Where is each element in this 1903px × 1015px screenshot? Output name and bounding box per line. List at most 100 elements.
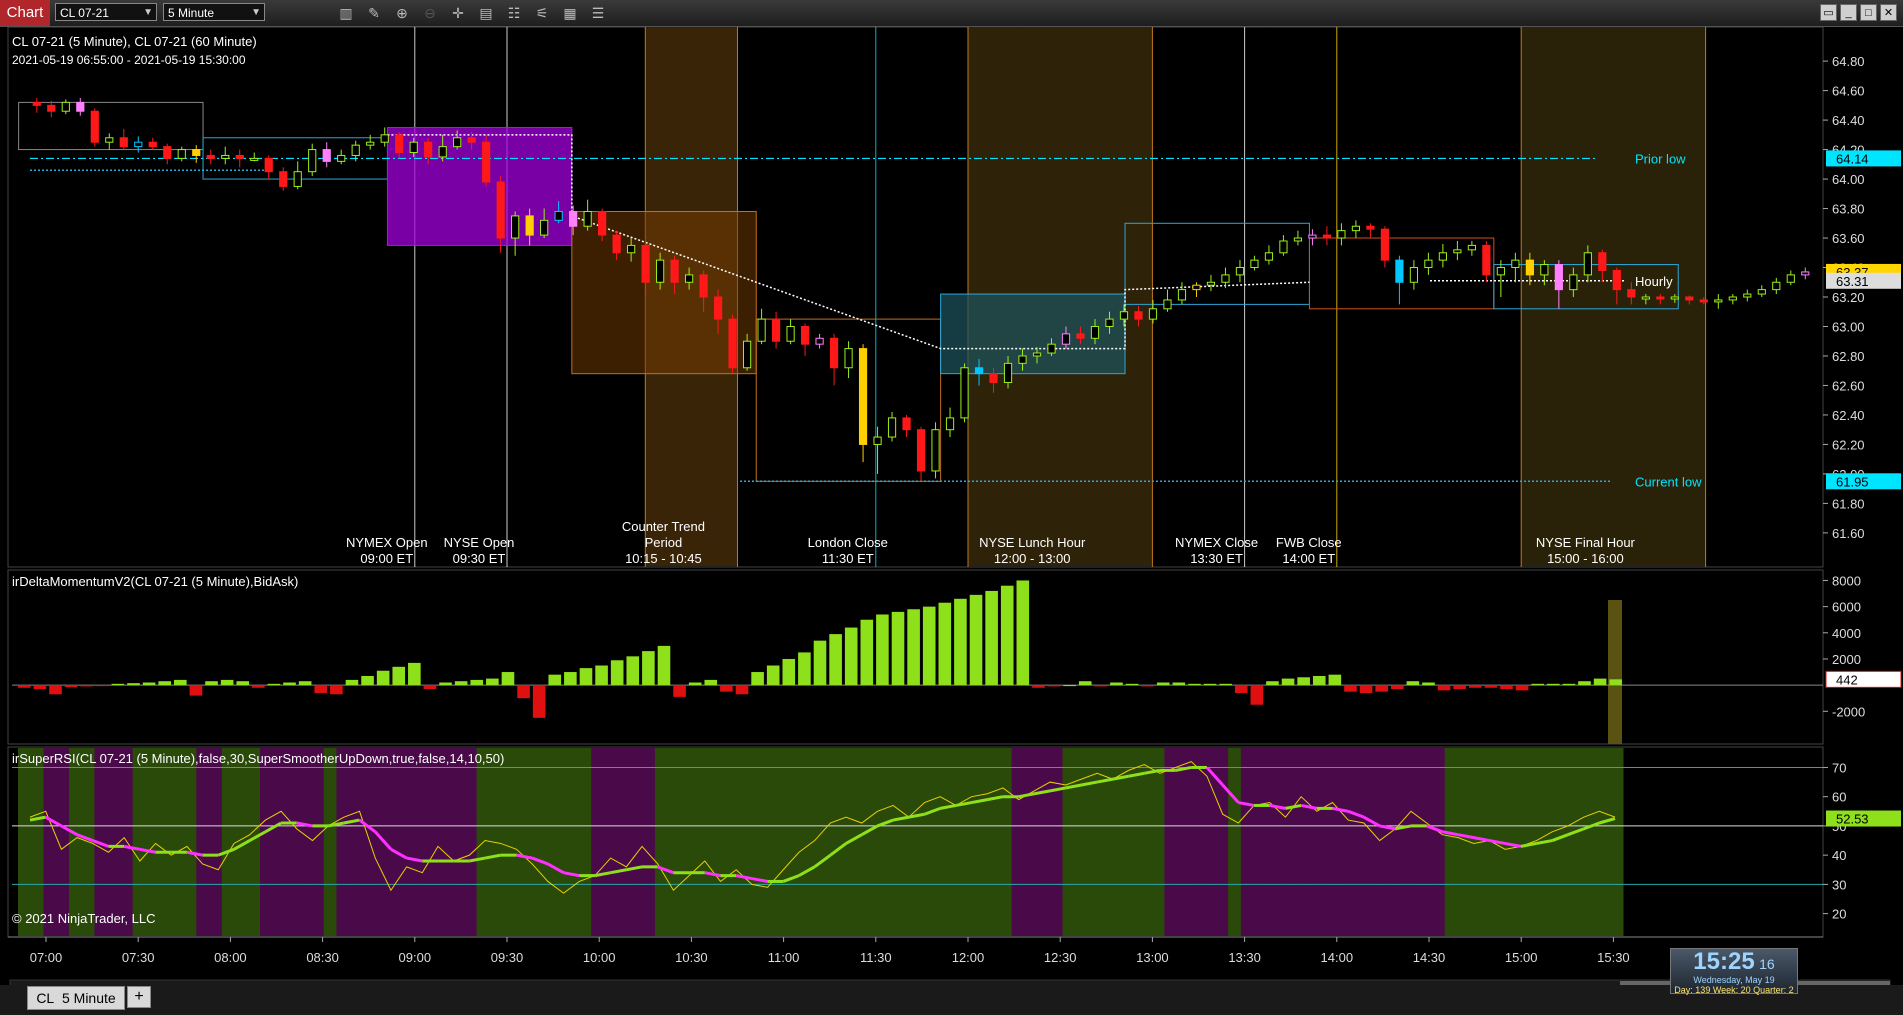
draw-tool-icon[interactable]: ✎ <box>363 3 385 23</box>
candle-body <box>409 141 418 154</box>
rsi-band <box>909 748 923 936</box>
chart-window-tab[interactable]: Chart <box>0 0 50 26</box>
menu-icon[interactable]: ☰ <box>587 3 609 23</box>
maximize-icon[interactable]: □ <box>1860 4 1877 21</box>
delta-bar <box>49 685 62 695</box>
delta-bar <box>1203 683 1217 686</box>
delta-bar <box>891 611 905 686</box>
strategies-icon[interactable]: ▦ <box>559 3 581 23</box>
delta-bar <box>1281 678 1295 686</box>
time-tick-label: 14:30 <box>1413 950 1446 965</box>
delta-bar <box>1063 685 1076 687</box>
data-box-icon[interactable]: ▤ <box>475 3 497 23</box>
candle-body <box>322 149 331 162</box>
rsi-band <box>323 748 337 936</box>
delta-bar <box>18 685 31 688</box>
candle-body <box>989 373 998 384</box>
candle-body <box>583 210 592 227</box>
crosshair-icon[interactable]: ✛ <box>447 3 469 23</box>
candle-body <box>177 149 186 159</box>
delta-bar <box>704 679 718 686</box>
rsi-band <box>1380 748 1395 936</box>
candle-body <box>235 154 244 159</box>
rsi-band <box>680 748 694 936</box>
indicators-icon[interactable]: ⚟ <box>531 3 553 23</box>
candle-body <box>612 234 621 254</box>
candle-body <box>1743 293 1752 298</box>
delta-bar <box>688 682 702 686</box>
time-tick-label: 08:30 <box>306 950 339 965</box>
delta-bar <box>1047 685 1061 687</box>
rsi-band <box>298 748 312 936</box>
rsi-band <box>209 748 223 936</box>
candle-body <box>786 325 795 342</box>
delta-bar <box>361 675 374 686</box>
rsi-band <box>1253 748 1267 936</box>
candle-body <box>728 318 737 369</box>
candle-body <box>1090 325 1100 339</box>
delta-bar <box>1390 685 1404 690</box>
copyright-label: © 2021 NinjaTrader, LLC <box>12 911 156 926</box>
candle-body <box>105 137 114 143</box>
delta-bar <box>1078 681 1092 686</box>
candle-body <box>525 215 534 236</box>
minimize-icon[interactable]: _ <box>1840 4 1857 21</box>
restore-icon[interactable]: ▭ <box>1820 4 1837 21</box>
rsi-band <box>744 748 758 936</box>
rsi-band <box>947 748 962 936</box>
rsi-band <box>145 748 159 936</box>
delta-bar <box>423 685 437 690</box>
price-tick-label: 63.20 <box>1832 290 1865 305</box>
delta-bar <box>470 679 484 686</box>
candle-body <box>873 436 882 445</box>
candle-body <box>1641 296 1650 300</box>
add-tab-button[interactable]: + <box>127 986 151 1008</box>
delta-bar <box>938 602 952 686</box>
time-tick-label: 14:00 <box>1321 950 1354 965</box>
delta-bar <box>564 672 577 686</box>
rsi-band <box>1291 748 1306 936</box>
candle-body <box>960 367 969 419</box>
delta-bar <box>174 679 187 686</box>
zoom-out-icon[interactable]: ⊖ <box>419 3 441 23</box>
candle-body <box>206 154 215 159</box>
rsi-band <box>1151 748 1165 936</box>
delta-bar <box>751 672 764 686</box>
candle-body <box>1728 296 1737 301</box>
delta-bar <box>1609 679 1622 686</box>
series-label: CL 07-21 (5 Minute), CL 07-21 (60 Minute… <box>12 34 257 49</box>
rsi-band <box>973 748 987 936</box>
delta-tick-label: 2000 <box>1832 652 1861 667</box>
interval-selector[interactable]: 5 Minute ▼ <box>163 3 265 21</box>
rsi-band <box>527 748 541 936</box>
delta-bar <box>1328 674 1342 686</box>
delta-bar <box>1531 683 1544 686</box>
tab-cl-5-minute[interactable]: CL 5 Minute <box>27 986 125 1010</box>
instrument-selector[interactable]: CL 07-21 ▼ <box>55 3 157 21</box>
zoom-in-icon[interactable]: ⊕ <box>391 3 413 23</box>
rsi-band <box>1037 748 1051 936</box>
rsi-band <box>795 748 809 936</box>
price-marker-label: 64.14 <box>1836 151 1869 166</box>
chart-canvas[interactable]: NYMEX Open09:00 ET NYSE Open09:30 ET Count… <box>0 27 1903 985</box>
bar-type-icon[interactable]: ▥ <box>335 3 357 23</box>
session-label: NYSE Final Hour <box>1536 535 1636 550</box>
delta-bar <box>142 682 156 686</box>
candle-body <box>742 340 752 369</box>
delta-bar <box>283 682 296 686</box>
delta-bar <box>922 606 936 686</box>
candle-body <box>1525 259 1534 276</box>
price-tick-label: 63.80 <box>1832 202 1865 217</box>
rsi-band <box>1431 748 1446 936</box>
rsi-band <box>1406 748 1420 936</box>
rsi-band <box>756 748 771 936</box>
rsi-band <box>463 748 478 936</box>
candle-body <box>569 210 578 227</box>
properties-icon[interactable]: ☷ <box>503 3 525 23</box>
delta-bar <box>1593 678 1607 686</box>
close-icon[interactable]: ✕ <box>1880 4 1897 21</box>
candle-body <box>1076 333 1085 339</box>
line-label: Hourly <box>1635 274 1673 289</box>
session-label: NYMEX Close <box>1175 535 1258 550</box>
candle-body <box>974 367 984 375</box>
